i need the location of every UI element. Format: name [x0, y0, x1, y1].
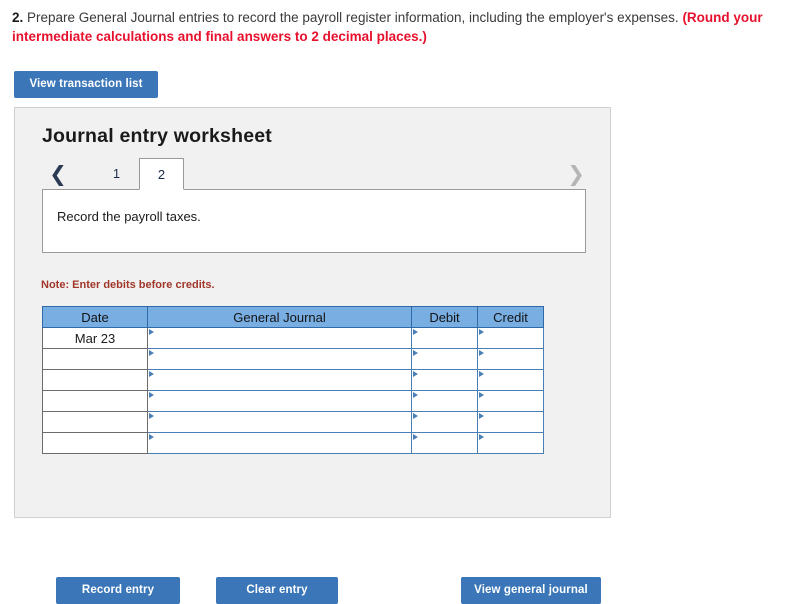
credit-value: [484, 434, 542, 452]
credit-input[interactable]: [477, 369, 544, 391]
debit-input[interactable]: [411, 432, 478, 454]
credit-input[interactable]: [477, 390, 544, 412]
table-header-row: Date General Journal Debit Credit: [42, 306, 544, 328]
table-row: Mar 23: [42, 327, 544, 349]
debit-input[interactable]: [411, 348, 478, 370]
general-journal-value: [154, 434, 410, 452]
tab-entry-2[interactable]: 2: [139, 158, 184, 190]
journal-entry-worksheet-panel: Journal entry worksheet ❮ 1 2 ❯ Record t…: [14, 107, 611, 604]
credit-value: [484, 371, 542, 389]
date-cell[interactable]: [42, 390, 148, 412]
general-journal-value: [154, 329, 410, 347]
debit-value: [418, 350, 476, 368]
view-transaction-list-button[interactable]: View transaction list: [14, 71, 158, 98]
general-journal-value: [154, 392, 410, 410]
table-row: [42, 348, 544, 370]
chevron-left-icon[interactable]: ❮: [48, 160, 68, 188]
panel-title: Journal entry worksheet: [42, 125, 273, 147]
general-journal-input[interactable]: [147, 411, 412, 433]
date-cell[interactable]: Mar 23: [42, 327, 148, 349]
credit-input[interactable]: [477, 348, 544, 370]
worksheet-tab-strip: ❮ 1 2 ❯: [42, 158, 586, 191]
table-row: [42, 369, 544, 391]
debit-input[interactable]: [411, 369, 478, 391]
credit-value: [484, 392, 542, 410]
column-header-credit: Credit: [477, 306, 544, 328]
debit-value: [418, 371, 476, 389]
credit-value: [484, 350, 542, 368]
entry-description-text: Record the payroll taxes.: [57, 209, 201, 224]
credit-value: [484, 329, 542, 347]
general-journal-input[interactable]: [147, 369, 412, 391]
question-prompt: 2. Prepare General Journal entries to re…: [12, 8, 802, 46]
general-journal-input[interactable]: [147, 432, 412, 454]
column-header-debit: Debit: [411, 306, 478, 328]
date-cell[interactable]: [42, 411, 148, 433]
date-cell[interactable]: [42, 369, 148, 391]
column-header-date: Date: [42, 306, 148, 328]
general-journal-value: [154, 371, 410, 389]
credit-input[interactable]: [477, 411, 544, 433]
view-general-journal-button[interactable]: View general journal: [461, 577, 601, 604]
credit-input[interactable]: [477, 327, 544, 349]
general-journal-input[interactable]: [147, 390, 412, 412]
date-cell[interactable]: [42, 432, 148, 454]
question-text: Prepare General Journal entries to recor…: [23, 10, 683, 25]
table-row: [42, 411, 544, 433]
question-number: 2.: [12, 10, 24, 25]
tab-entry-1[interactable]: 1: [94, 158, 139, 190]
general-journal-value: [154, 413, 410, 431]
table-row: [42, 432, 544, 454]
debit-input[interactable]: [411, 411, 478, 433]
debit-value: [418, 434, 476, 452]
general-journal-input[interactable]: [147, 327, 412, 349]
entry-description-box: Record the payroll taxes.: [42, 189, 586, 253]
credit-value: [484, 413, 542, 431]
debits-before-credits-note: Note: Enter debits before credits.: [41, 279, 215, 291]
debit-value: [418, 392, 476, 410]
column-header-general-journal: General Journal: [147, 306, 412, 328]
record-entry-button[interactable]: Record entry: [56, 577, 180, 604]
debit-input[interactable]: [411, 327, 478, 349]
debit-input[interactable]: [411, 390, 478, 412]
debit-value: [418, 413, 476, 431]
table-row: [42, 390, 544, 412]
credit-input[interactable]: [477, 432, 544, 454]
chevron-right-icon[interactable]: ❯: [566, 160, 586, 188]
general-journal-value: [154, 350, 410, 368]
debit-value: [418, 329, 476, 347]
general-journal-input[interactable]: [147, 348, 412, 370]
clear-entry-button[interactable]: Clear entry: [216, 577, 338, 604]
journal-entry-table: Date General Journal Debit Credit Mar 23: [42, 306, 544, 454]
date-cell[interactable]: [42, 348, 148, 370]
